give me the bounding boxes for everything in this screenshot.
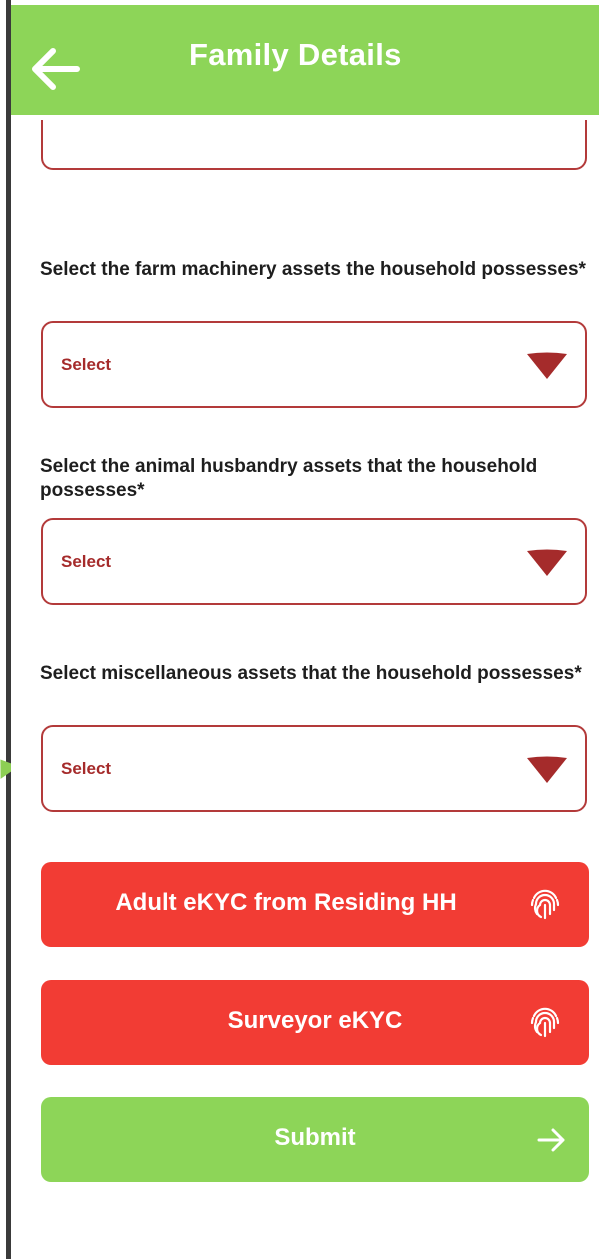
surveyor-ekyc-label: Surveyor eKYC [227, 1007, 403, 1034]
arrow-right-icon [537, 1128, 565, 1152]
miscellaneous-select-value: Select [61, 759, 112, 778]
miscellaneous-label: Select miscellaneous assets that the hou… [40, 663, 582, 684]
caret-down-icon [527, 756, 567, 783]
fingerprint-icon [530, 889, 560, 920]
caret-down-icon [527, 352, 567, 379]
animal-husbandry-label: Select the animal husbandry assets that … [40, 456, 538, 501]
page-title: Family Details [189, 37, 402, 72]
animal-husbandry-select-value: Select [61, 552, 112, 571]
adult-ekyc-button[interactable]: Adult eKYC from Residing HH [41, 862, 589, 947]
arrow-left-icon [32, 48, 80, 90]
miscellaneous-select[interactable]: Select [41, 725, 587, 812]
adult-ekyc-label: Adult eKYC from Residing HH [115, 889, 457, 916]
animal-husbandry-select[interactable]: Select [41, 518, 587, 605]
caret-down-icon [527, 549, 567, 576]
family-details-screen: Family Details Select the farm machinery… [11, 0, 599, 1259]
submit-label: Submit [274, 1124, 356, 1151]
fingerprint-icon [530, 1007, 560, 1038]
farm-machinery-select[interactable]: Select [41, 321, 587, 408]
previous-field-bottom[interactable] [41, 120, 587, 170]
surveyor-ekyc-button[interactable]: Surveyor eKYC [41, 980, 589, 1065]
app-header: Family Details [11, 5, 599, 115]
back-button[interactable] [25, 39, 85, 99]
submit-button[interactable]: Submit [41, 1097, 589, 1182]
farm-machinery-select-value: Select [61, 355, 112, 374]
farm-machinery-label: Select the farm machinery assets the hou… [40, 259, 586, 280]
